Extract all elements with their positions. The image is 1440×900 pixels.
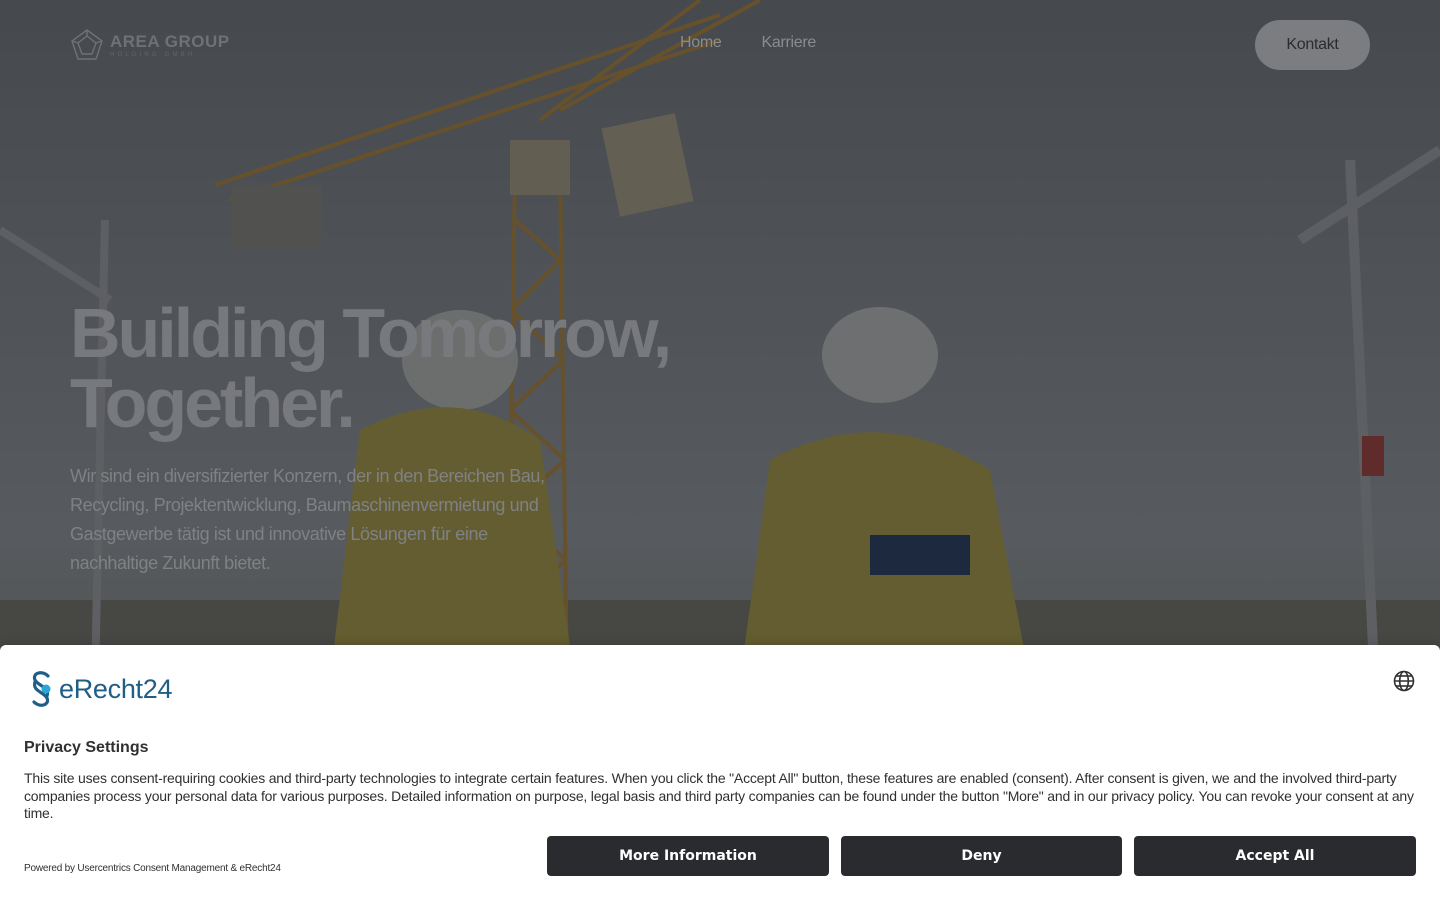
- privacy-description: This site uses consent-requiring cookies…: [24, 770, 1414, 821]
- logo-wordmark: AREA GROUP HOLDING GMBH: [110, 33, 230, 58]
- top-navigation: AREA GROUP HOLDING GMBH Home Karriere Ko…: [0, 0, 1440, 90]
- company-logo[interactable]: AREA GROUP HOLDING GMBH: [70, 28, 250, 62]
- nav-links: Home Karriere: [680, 34, 816, 52]
- deny-button[interactable]: Deny: [841, 836, 1122, 876]
- pentagon-logo-icon: [71, 29, 103, 60]
- globe-icon[interactable]: [1392, 669, 1416, 693]
- powered-by-text: Powered by Usercentrics Consent Manageme…: [24, 863, 281, 874]
- accept-all-button[interactable]: Accept All: [1134, 836, 1416, 876]
- paragraph-logo-icon: [32, 671, 51, 707]
- privacy-settings-title: Privacy Settings: [24, 739, 149, 756]
- cookie-consent-banner: eRecht24 Privacy Settings This site uses…: [0, 645, 1440, 900]
- logo-subtitle: HOLDING GMBH: [110, 51, 196, 58]
- contact-button[interactable]: Kontakt: [1255, 20, 1370, 70]
- nav-link-home[interactable]: Home: [680, 34, 722, 52]
- nav-link-karriere[interactable]: Karriere: [761, 34, 816, 52]
- more-information-button[interactable]: More Information: [547, 836, 829, 876]
- erecht24-logo: eRecht24: [24, 669, 172, 709]
- hero-intro-text: Wir sind ein diversifizierter Konzern, d…: [70, 466, 545, 573]
- logo-name: AREA GROUP: [110, 31, 230, 51]
- brand-name: eRecht24: [59, 673, 173, 704]
- hero-headline: Building Tomorrow, Together.: [70, 298, 770, 438]
- headline-line-1: Building Tomorrow,: [70, 294, 672, 372]
- headline-line-2: Together.: [70, 364, 356, 442]
